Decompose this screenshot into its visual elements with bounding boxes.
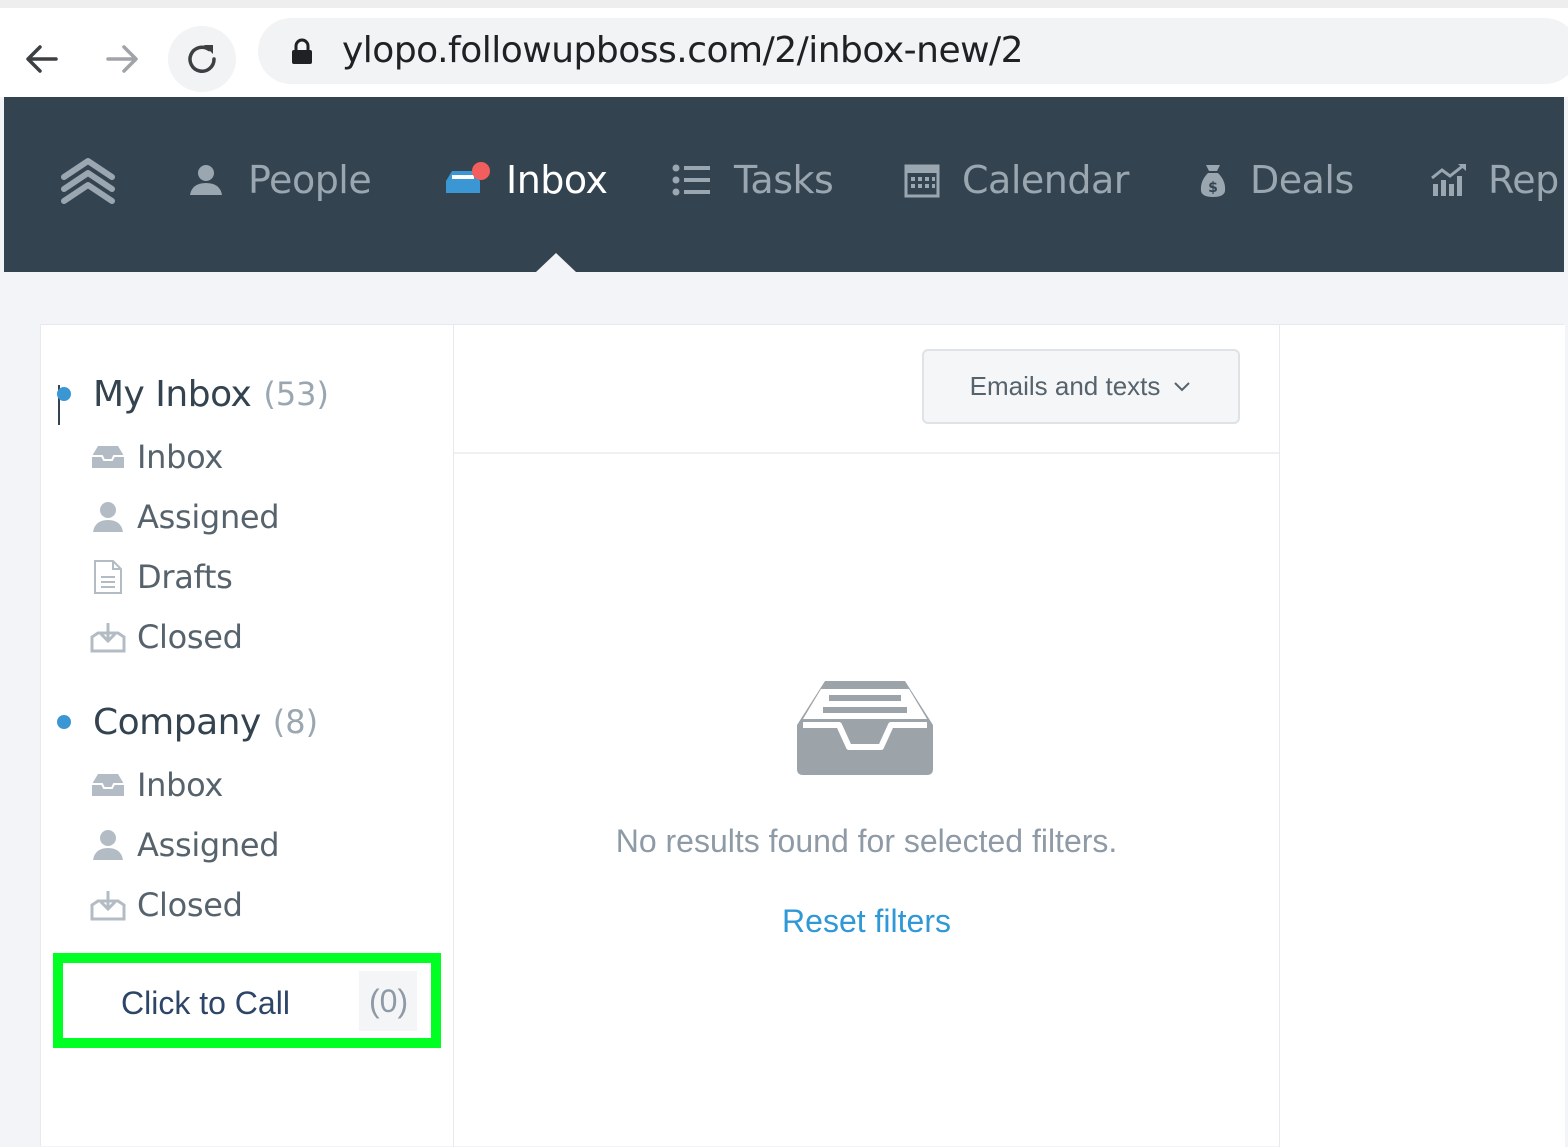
browser-toolbar: ylopo.followupboss.com/2/inbox-new/2 — [0, 0, 1568, 97]
nav-item-deals[interactable]: $ Deals — [1198, 155, 1354, 205]
reload-icon — [188, 45, 216, 73]
click-to-call-label[interactable]: Click to Call — [121, 985, 290, 1022]
nav-label: Inbox — [506, 158, 608, 202]
message-list: Emails and texts No results found for se… — [454, 325, 1280, 1147]
download-tray-icon — [89, 621, 127, 653]
bullet-dot — [57, 715, 71, 729]
forward-button[interactable] — [88, 26, 156, 92]
person-icon — [89, 828, 127, 862]
sidebar-item-label: Closed — [137, 886, 243, 924]
logo-icon — [61, 158, 115, 204]
bullet-dot — [57, 387, 71, 401]
sidebar-item-label: Assigned — [137, 826, 280, 864]
person-icon — [89, 500, 127, 534]
chevron-down-icon — [1172, 380, 1192, 394]
section-my-inbox[interactable]: My Inbox (53) — [57, 369, 329, 419]
message-list-header: Emails and texts — [454, 325, 1279, 454]
sidebar-item-my-drafts[interactable]: Drafts — [89, 555, 233, 599]
arrow-left-icon — [26, 45, 58, 73]
inbox-panel: My Inbox (53) Inbox Assigned Drafts Clos… — [40, 324, 1565, 1147]
sidebar-item-company-inbox[interactable]: Inbox — [89, 763, 223, 807]
chart-icon — [1430, 162, 1470, 198]
back-button[interactable] — [8, 26, 76, 92]
tray-icon — [89, 772, 127, 798]
calendar-icon — [904, 162, 940, 198]
tray-icon — [89, 444, 127, 470]
nav-item-tasks[interactable]: Tasks — [672, 155, 834, 205]
nav-label: People — [248, 158, 372, 202]
top-navigation: People Inbox Tasks Calendar $ Deals Rep — [4, 97, 1564, 272]
sidebar-item-label: Drafts — [137, 558, 233, 596]
nav-label: Rep — [1488, 158, 1559, 202]
sidebar-item-my-assigned[interactable]: Assigned — [89, 495, 280, 539]
nav-item-calendar[interactable]: Calendar — [904, 155, 1129, 205]
arrow-right-icon — [106, 45, 138, 73]
sidebar-item-company-assigned[interactable]: Assigned — [89, 823, 280, 867]
click-to-call-count: (0) — [369, 983, 409, 1019]
svg-text:$: $ — [1208, 180, 1218, 196]
money-bag-icon: $ — [1198, 161, 1228, 199]
sidebar-item-label: Inbox — [137, 438, 224, 476]
inbox-icon — [444, 161, 492, 199]
address-bar[interactable]: ylopo.followupboss.com/2/inbox-new/2 — [258, 18, 1568, 84]
active-tab-caret — [536, 253, 576, 272]
person-icon — [186, 163, 226, 197]
document-icon — [89, 559, 127, 595]
empty-inbox-icon — [797, 681, 933, 775]
sidebar-item-my-closed[interactable]: Closed — [89, 615, 243, 659]
nav-item-inbox[interactable]: Inbox — [444, 155, 608, 205]
click-to-call-highlight: Click to Call (0) — [53, 953, 441, 1048]
lock-icon — [292, 38, 312, 64]
sidebar-item-company-closed[interactable]: Closed — [89, 883, 243, 927]
list-icon — [672, 163, 712, 197]
sidebar-item-label: Inbox — [137, 766, 224, 804]
sidebar-item-label: Closed — [137, 618, 243, 656]
empty-state-message: No results found for selected filters. — [615, 823, 1118, 859]
download-tray-icon — [89, 889, 127, 921]
detail-pane — [1280, 325, 1565, 1147]
section-count: (53) — [263, 375, 330, 413]
message-type-filter[interactable]: Emails and texts — [922, 349, 1240, 424]
section-title: My Inbox — [93, 373, 252, 415]
reset-filters-link[interactable]: Reset filters — [454, 903, 1279, 940]
nav-label: Calendar — [962, 158, 1129, 202]
url-text: ylopo.followupboss.com/2/inbox-new/2 — [342, 30, 1024, 71]
section-count: (8) — [272, 703, 319, 741]
nav-item-people[interactable]: People — [186, 155, 372, 205]
reload-button[interactable] — [168, 26, 236, 92]
nav-item-reports[interactable]: Rep — [1430, 155, 1559, 205]
filter-label: Emails and texts — [969, 371, 1161, 401]
nav-label: Tasks — [734, 158, 834, 202]
inbox-sidebar: My Inbox (53) Inbox Assigned Drafts Clos… — [41, 325, 454, 1147]
sidebar-item-my-inbox[interactable]: Inbox — [89, 435, 223, 479]
section-title: Company — [93, 701, 261, 743]
sidebar-item-label: Assigned — [137, 498, 280, 536]
nav-label: Deals — [1250, 158, 1354, 202]
section-company[interactable]: Company (8) — [57, 697, 318, 747]
